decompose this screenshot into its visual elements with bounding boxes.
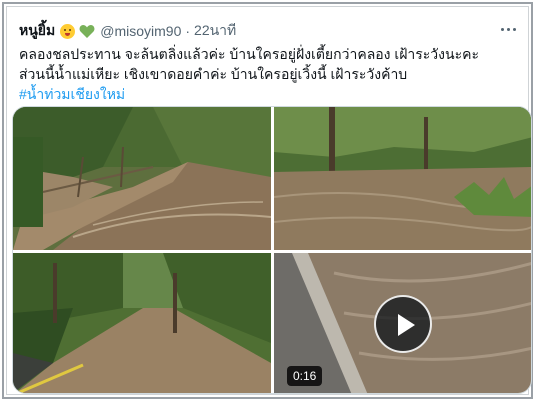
flood-photo-3[interactable]: [13, 253, 271, 393]
media-grid: 0:16: [12, 106, 532, 394]
user-handle[interactable]: @misoyim90: [100, 23, 181, 39]
flood-photo-1[interactable]: [13, 107, 271, 250]
tweet-text-line-2: ส่วนนี้น้ำแม่เหียะ เชิงเขาดอยคำค่ะ บ้านใ…: [19, 66, 408, 82]
more-options-icon[interactable]: [498, 21, 518, 37]
video-duration: 0:16: [287, 366, 323, 386]
flood-photo-2[interactable]: [274, 107, 531, 250]
tweet-text-line-1: คลองชลประทาน จะล้นตลิ่งแล้วค่ะ บ้านใครอย…: [19, 46, 479, 62]
tweet-header: หนูยิ้ม @misoyim90 · 22นาที: [19, 20, 236, 42]
baby-face-icon: [60, 23, 76, 39]
separator-dot: ·: [185, 23, 191, 39]
display-name[interactable]: หนูยิ้ม: [19, 20, 55, 42]
timestamp[interactable]: 22นาที: [194, 20, 236, 42]
hashtag-link[interactable]: #น้ำท่วมเชียงใหม่: [19, 84, 529, 104]
play-icon[interactable]: [374, 295, 432, 353]
green-heart-icon: [79, 24, 95, 38]
video-thumbnail[interactable]: 0:16: [274, 253, 531, 393]
tweet-text: คลองชลประทาน จะล้นตลิ่งแล้วค่ะ บ้านใครอย…: [19, 44, 529, 104]
